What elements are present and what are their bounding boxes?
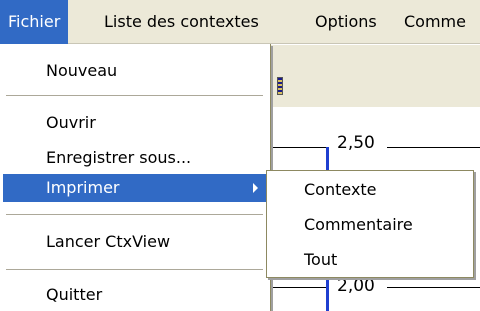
imprimer-submenu: Contexte Commentaire Tout bbox=[266, 170, 474, 278]
submenu-item-contexte[interactable]: Contexte bbox=[269, 173, 471, 207]
menu-separator bbox=[6, 269, 263, 270]
fichier-dropdown: Nouveau Ouvrir Enregistrer sous... Impri… bbox=[0, 44, 271, 311]
menu-liste-des-contextes[interactable]: Liste des contextes bbox=[96, 0, 267, 44]
toolbar-button-icon[interactable] bbox=[277, 77, 283, 95]
scale-gridline bbox=[387, 147, 480, 148]
scale-axis bbox=[326, 278, 329, 311]
submenu-arrow-icon bbox=[253, 183, 258, 193]
submenu-item-commentaire[interactable]: Commentaire bbox=[269, 208, 471, 242]
menu-separator bbox=[6, 95, 263, 96]
menu-item-imprimer-label: Imprimer bbox=[46, 178, 120, 197]
menu-options[interactable]: Options bbox=[307, 0, 385, 44]
scale-axis bbox=[326, 147, 329, 171]
menu-commentaires[interactable]: Comme bbox=[396, 0, 474, 44]
menu-item-enregistrer-sous[interactable]: Enregistrer sous... bbox=[3, 144, 266, 172]
scale-label: 2,00 bbox=[334, 276, 378, 296]
scale-gridline bbox=[272, 147, 326, 148]
menu-bar: Fichier Liste des contextes Options Comm… bbox=[0, 0, 480, 44]
menu-item-imprimer[interactable]: Imprimer bbox=[3, 174, 266, 202]
app-window: Fichier Liste des contextes Options Comm… bbox=[0, 0, 480, 311]
menu-fichier[interactable]: Fichier bbox=[0, 0, 69, 44]
scale-gridline bbox=[387, 287, 480, 288]
menu-item-quitter[interactable]: Quitter bbox=[3, 281, 266, 309]
menu-item-lancer-ctxview[interactable]: Lancer CtxView bbox=[3, 228, 266, 256]
menu-item-nouveau[interactable]: Nouveau bbox=[3, 57, 266, 85]
menu-separator bbox=[6, 214, 263, 215]
scale-label: 2,50 bbox=[334, 133, 378, 153]
scale-gridline bbox=[272, 287, 326, 288]
menu-item-ouvrir[interactable]: Ouvrir bbox=[3, 109, 266, 137]
submenu-item-tout[interactable]: Tout bbox=[269, 243, 471, 277]
